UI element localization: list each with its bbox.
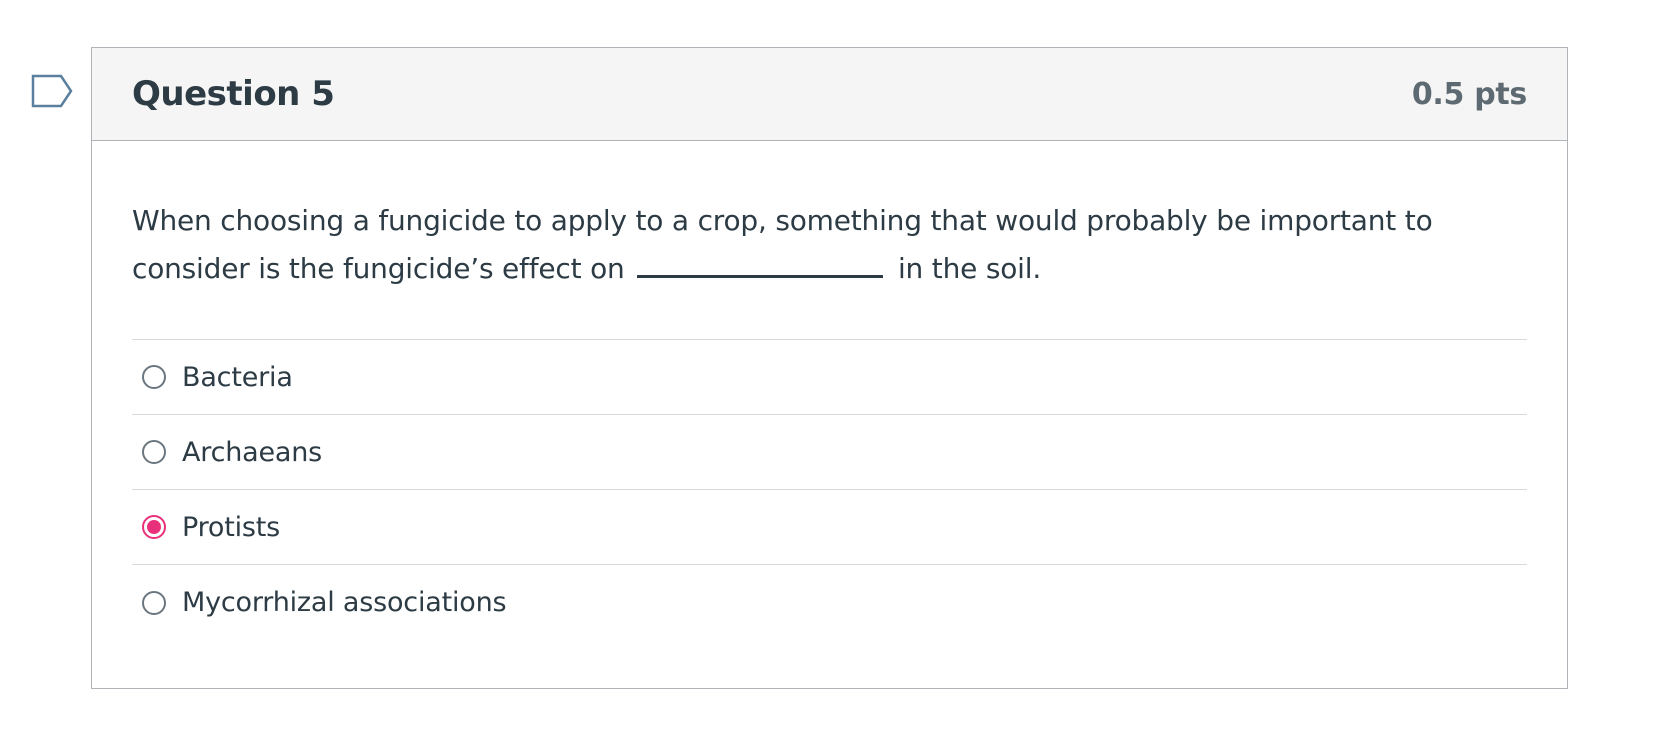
radio-button[interactable] [142,590,166,615]
answer-option-mycorrhizal-associations[interactable]: Mycorrhizal associations [132,565,1527,640]
question-card: Question 5 0.5 pts When choosing a fungi… [91,47,1568,689]
flag-question-icon[interactable] [31,74,73,108]
answer-label[interactable]: Mycorrhizal associations [182,587,507,618]
answer-label[interactable]: Protists [182,512,280,543]
question-text: When choosing a fungicide to apply to a … [132,197,1527,293]
answer-option-protists[interactable]: Protists [132,490,1527,565]
answer-option-archaeans[interactable]: Archaeans [132,415,1527,490]
radio-button[interactable] [142,365,166,389]
question-title: Question 5 [132,74,335,114]
question-header: Question 5 0.5 pts [92,48,1567,141]
question-body: When choosing a fungicide to apply to a … [92,141,1567,640]
question-points: 0.5 pts [1411,76,1527,112]
answer-list: Bacteria Archaeans Protists Mycorrhizal … [132,339,1527,640]
answer-option-bacteria[interactable]: Bacteria [132,340,1527,415]
fill-in-blank-line [637,247,884,278]
answer-label[interactable]: Bacteria [182,362,293,393]
radio-button-selected[interactable] [142,515,166,539]
question-text-after: in the soil. [897,252,1042,285]
answer-label[interactable]: Archaeans [182,437,322,468]
radio-button[interactable] [142,440,166,464]
